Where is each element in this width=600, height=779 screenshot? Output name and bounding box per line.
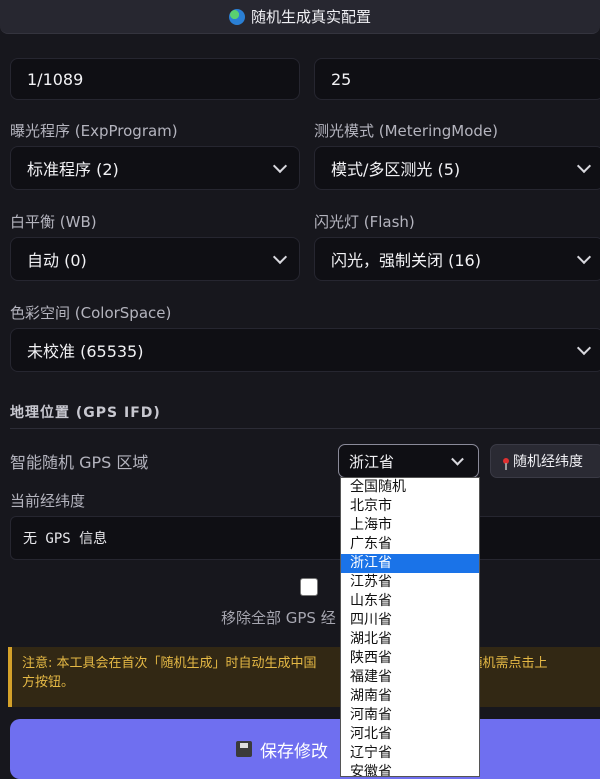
exp-program-value: 标准程序 (2) — [27, 160, 119, 179]
notice-text-line2: 方按钮。 — [22, 675, 75, 690]
color-space-select[interactable]: 未校准 (65535) — [10, 328, 600, 372]
dropdown-option[interactable]: 江苏省 — [341, 573, 479, 592]
dropdown-option[interactable]: 北京市 — [341, 497, 479, 516]
dropdown-option[interactable]: 安徽省 — [341, 763, 479, 776]
random-coordinates-button[interactable]: 随机经纬度 — [490, 444, 600, 478]
iso-input[interactable]: 25 — [314, 58, 600, 100]
dropdown-option[interactable]: 广东省 — [341, 535, 479, 554]
flash-select[interactable]: 闪光，强制关闭 (16) — [314, 237, 600, 281]
white-balance-label: 白平衡 (WB) — [10, 213, 97, 231]
flash-value: 闪光，强制关闭 (16) — [331, 251, 481, 270]
white-balance-value: 自动 (0) — [27, 251, 87, 270]
dropdown-option[interactable]: 浙江省 — [341, 554, 479, 573]
globe-icon — [228, 8, 245, 25]
floppy-icon — [236, 741, 252, 757]
dropdown-option[interactable]: 陕西省 — [341, 649, 479, 668]
gps-section-title: 地理位置 (GPS IFD) — [10, 405, 161, 421]
notice-text: 注意: 本工具会在首次「随机生成」时自动生成中国 — [22, 656, 317, 671]
coord-display: 无 GPS 信息 — [10, 516, 600, 560]
random-generate-label: 随机生成真实配置 — [250, 8, 371, 26]
chevron-down-icon — [576, 158, 592, 174]
exp-program-label: 曝光程序 (ExpProgram) — [10, 122, 178, 140]
gps-region-label: 智能随机 GPS 区域 — [10, 453, 149, 472]
gps-region-dropdown[interactable]: 全国随机 北京市 上海市 广东省 浙江省 江苏省 山东省 四川省 湖北省 陕西省 福建省 湖南省 河南省… — [340, 477, 480, 777]
dropdown-option[interactable]: 全国随机 — [341, 478, 479, 497]
dropdown-option[interactable]: 湖南省 — [341, 687, 479, 706]
dropdown-option[interactable]: 山东省 — [341, 592, 479, 611]
notice-banner: 注意: 本工具会在首次「随机生成」时自动生成中国 次随机需点击上 方按钮。 — [8, 647, 600, 707]
coord-label: 当前经纬度 — [10, 492, 86, 510]
chevron-down-icon — [576, 340, 592, 356]
metering-mode-label: 测光模式 (MeteringMode) — [314, 122, 498, 140]
random-generate-button[interactable]: 随机生成真实配置 — [0, 0, 600, 34]
color-space-value: 未校准 (65535) — [27, 342, 144, 361]
metering-mode-value: 模式/多区测光 (5) — [331, 160, 461, 179]
remove-gps-checkbox[interactable] — [300, 578, 318, 596]
section-divider — [10, 428, 600, 429]
chevron-down-icon — [272, 158, 288, 174]
flash-label: 闪光灯 (Flash) — [314, 213, 415, 231]
gps-region-select[interactable]: 浙江省 — [338, 444, 479, 478]
dropdown-option[interactable]: 河南省 — [341, 706, 479, 725]
pin-icon — [503, 458, 509, 470]
random-coordinates-label: 随机经纬度 — [513, 454, 583, 470]
chevron-down-icon — [272, 249, 288, 265]
coord-value: 无 GPS 信息 — [23, 531, 108, 547]
dropdown-option[interactable]: 四川省 — [341, 611, 479, 630]
exposure-time-value: 1/1089 — [27, 69, 84, 89]
save-button-label: 保存修改 — [260, 741, 328, 762]
dropdown-option[interactable]: 辽宁省 — [341, 744, 479, 763]
save-button[interactable]: 保存修改 — [10, 719, 600, 779]
exposure-time-input[interactable]: 1/1089 — [10, 58, 300, 100]
chevron-down-icon — [576, 249, 592, 265]
dropdown-option[interactable]: 河北省 — [341, 725, 479, 744]
iso-value: 25 — [331, 69, 352, 89]
dropdown-option[interactable]: 湖北省 — [341, 630, 479, 649]
color-space-label: 色彩空间 (ColorSpace) — [10, 304, 172, 322]
dropdown-option[interactable]: 福建省 — [341, 668, 479, 687]
white-balance-select[interactable]: 自动 (0) — [10, 237, 300, 281]
metering-mode-select[interactable]: 模式/多区测光 (5) — [314, 146, 600, 190]
chevron-down-icon — [451, 452, 464, 466]
exp-program-select[interactable]: 标准程序 (2) — [10, 146, 300, 190]
remove-gps-label: 移除全部 GPS 经 — [221, 609, 336, 627]
gps-region-value: 浙江省 — [349, 452, 395, 471]
dropdown-option[interactable]: 上海市 — [341, 516, 479, 535]
